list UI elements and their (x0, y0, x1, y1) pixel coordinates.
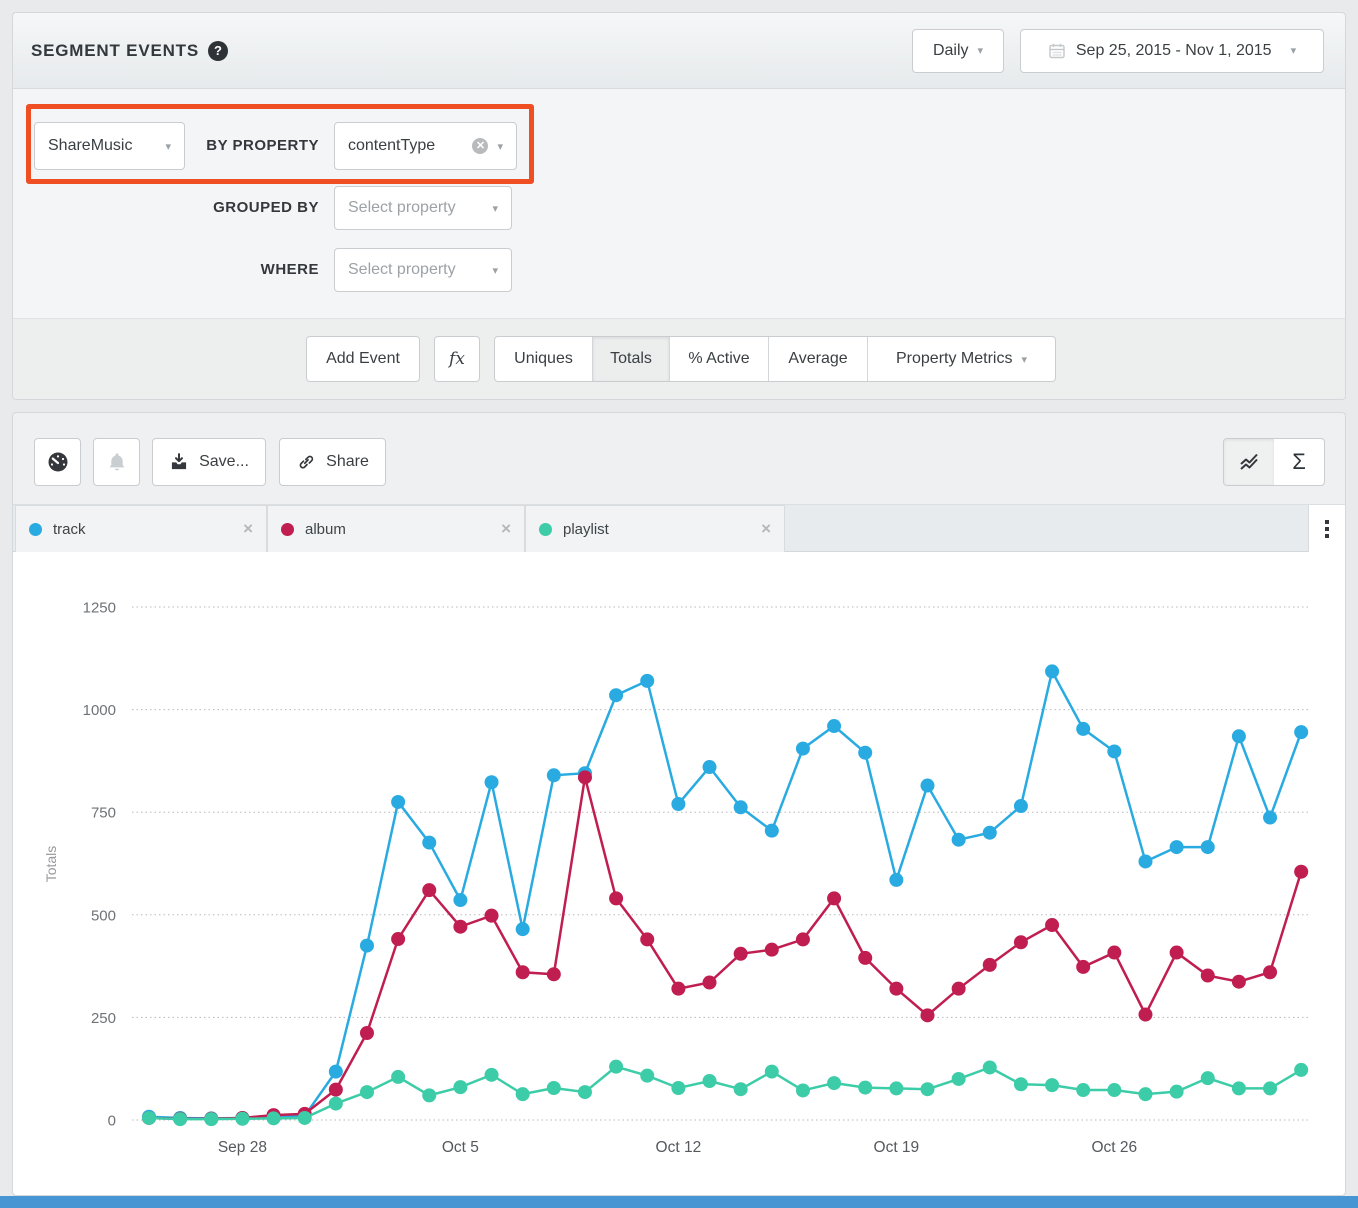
svg-text:250: 250 (91, 1010, 116, 1027)
svg-text:1000: 1000 (83, 702, 116, 719)
help-icon[interactable]: ? (208, 41, 228, 61)
dashboard-gauge-button[interactable] (34, 438, 81, 486)
speedometer-icon (46, 450, 70, 474)
where-placeholder: Select property (348, 261, 483, 279)
series-color-dot (281, 523, 294, 536)
grouped-by-label: GROUPED BY (13, 186, 319, 230)
chevron-down-icon: ▾ (492, 202, 498, 215)
granularity-value: Daily (933, 42, 969, 60)
svg-text:0: 0 (108, 1113, 116, 1130)
mode-average-button[interactable]: Average (768, 337, 867, 381)
chart-toolbar: Save... Share (13, 413, 1345, 502)
mode-uniques-button[interactable]: Uniques (495, 337, 592, 381)
page-title: SEGMENT EVENTS (31, 41, 199, 61)
property-metrics-label: Property Metrics (896, 350, 1012, 368)
svg-text:Oct 26: Oct 26 (1092, 1139, 1138, 1156)
chevron-down-icon: ▾ (1021, 353, 1027, 366)
line-chart: 0 250 500 750 1000 1250 Sep 28 Oct 5 Oct 12 Oct 1… (13, 552, 1345, 1195)
alerts-bell-button[interactable] (93, 438, 140, 486)
close-icon[interactable]: × (243, 519, 253, 539)
date-range-value: Sep 25, 2015 - Nov 1, 2015 (1076, 42, 1272, 60)
remove-property-icon[interactable]: ✕ (472, 138, 488, 154)
segment-events-panel: SEGMENT EVENTS ? Daily ▾ Sep 25, 2015 - … (12, 12, 1346, 400)
legend-row: track × album × playlist × (13, 504, 1345, 552)
view-toggle-group: Σ (1223, 438, 1325, 486)
property-metrics-dropdown[interactable]: Property Metrics ▾ (867, 337, 1055, 381)
close-icon[interactable]: × (501, 519, 511, 539)
save-label: Save... (199, 453, 249, 471)
metric-mode-group: Uniques Totals % Active Average Property… (494, 336, 1056, 382)
formula-button[interactable]: fx (434, 336, 480, 382)
svg-text:Oct 12: Oct 12 (656, 1139, 702, 1156)
series-color-dot (539, 523, 552, 536)
granularity-dropdown[interactable]: Daily ▾ (912, 29, 1004, 73)
save-button[interactable]: Save... (152, 438, 266, 486)
line-chart-icon (1237, 450, 1261, 474)
sigma-table-view-button[interactable]: Σ (1274, 439, 1324, 485)
share-button[interactable]: Share (279, 438, 386, 486)
legend-tab-album[interactable]: album × (267, 505, 525, 553)
grouped-by-placeholder: Select property (348, 199, 483, 217)
share-label: Share (326, 453, 369, 471)
by-property-dropdown[interactable]: contentType ✕ ▾ (334, 122, 517, 170)
svg-text:Oct 19: Oct 19 (874, 1139, 920, 1156)
mode-percent-active-button[interactable]: % Active (669, 337, 768, 381)
bottom-bar (0, 1196, 1358, 1208)
chevron-down-icon: ▾ (1291, 44, 1297, 57)
legend-overflow-menu[interactable] (1308, 505, 1345, 553)
legend-tab-playlist[interactable]: playlist × (525, 505, 785, 553)
line-chart-view-button[interactable] (1224, 439, 1274, 485)
by-property-value: contentType (348, 137, 462, 155)
chevron-down-icon: ▾ (492, 264, 498, 277)
by-property-label: BY PROPERTY (13, 122, 319, 170)
series-label: album (305, 521, 501, 538)
series-label: track (53, 521, 243, 538)
legend-tab-track[interactable]: track × (15, 505, 267, 553)
where-dropdown[interactable]: Select property ▾ (334, 248, 512, 292)
grouped-by-dropdown[interactable]: Select property ▾ (334, 186, 512, 230)
sigma-icon: Σ (1292, 449, 1306, 475)
svg-text:Oct 5: Oct 5 (442, 1139, 479, 1156)
series-color-dot (29, 523, 42, 536)
date-range-dropdown[interactable]: Sep 25, 2015 - Nov 1, 2015 ▾ (1020, 29, 1324, 73)
calendar-icon (1048, 42, 1066, 60)
svg-text:Totals: Totals (43, 846, 59, 883)
chevron-down-icon: ▾ (978, 44, 984, 57)
link-icon (296, 452, 316, 472)
chart-panel: Save... Share (12, 412, 1346, 1196)
add-event-button[interactable]: Add Event (306, 336, 420, 382)
where-label: WHERE (13, 248, 319, 292)
chevron-down-icon: ▾ (497, 140, 503, 153)
svg-text:1250: 1250 (83, 600, 116, 617)
panel-header: SEGMENT EVENTS ? Daily ▾ Sep 25, 2015 - … (13, 13, 1345, 89)
chart-canvas: 0 250 500 750 1000 1250 Sep 28 Oct 5 Oct 12 Oct 1… (13, 552, 1345, 1195)
kebab-icon (1325, 520, 1329, 524)
close-icon[interactable]: × (761, 519, 771, 539)
series-label: playlist (563, 521, 761, 538)
mode-totals-button[interactable]: Totals (592, 337, 669, 381)
bell-icon (106, 451, 128, 473)
download-icon (169, 452, 189, 472)
svg-text:Sep 28: Sep 28 (218, 1139, 267, 1156)
svg-text:500: 500 (91, 907, 116, 924)
mode-row: Add Event fx Uniques Totals % Active Ave… (13, 318, 1345, 399)
svg-text:750: 750 (91, 805, 116, 822)
